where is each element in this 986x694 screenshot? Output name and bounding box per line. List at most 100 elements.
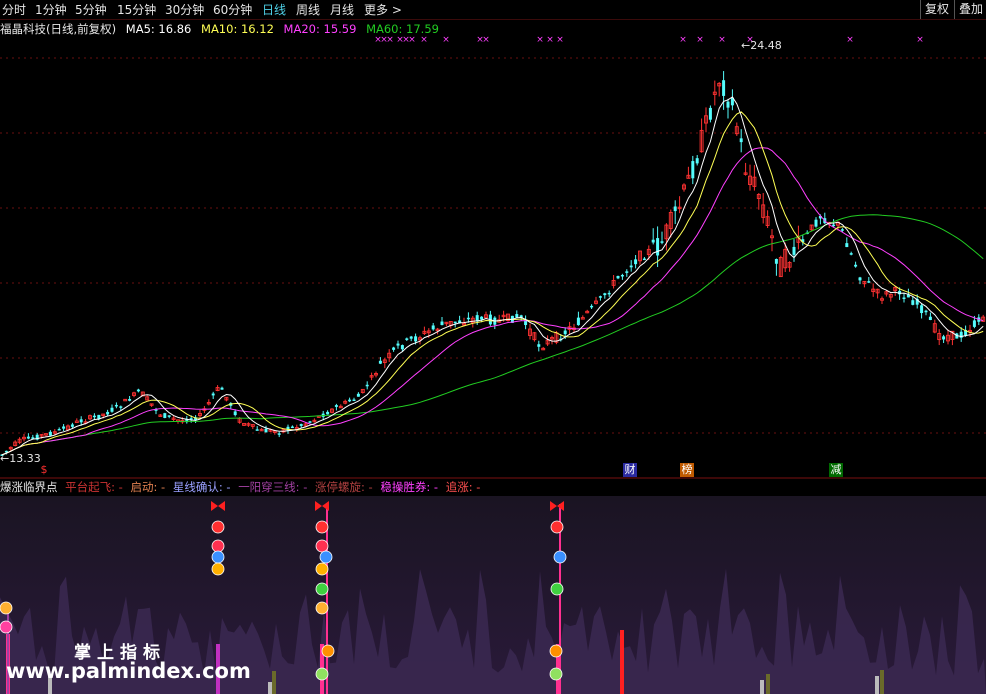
tab-more[interactable]: 更多 >	[364, 1, 402, 18]
ma20-value: MA20: 15.59	[283, 22, 357, 36]
star-marker: ×	[482, 36, 490, 45]
candle-body	[119, 406, 123, 408]
candle-body	[576, 317, 580, 326]
candle-body	[814, 219, 818, 227]
indicator-legend: 爆涨临界点 平台起飞: - 启动: - 星线确认: - 一阳穿三线: - 涨停螺…	[0, 479, 986, 496]
cai-tag[interactable]: 财	[623, 463, 637, 477]
candle-body	[48, 431, 52, 436]
candle-body	[651, 239, 655, 243]
candle-body	[365, 384, 369, 387]
candle-body	[233, 411, 237, 416]
star-marker: ×	[556, 36, 564, 45]
star-marker: ×	[846, 36, 854, 45]
candle-body	[603, 293, 607, 296]
arrow-left-icon: ←	[0, 452, 10, 465]
period-toolbar: 分时 1分钟 5分钟 15分钟 30分钟 60分钟 日线 周线 月线 更多 > …	[0, 0, 986, 20]
apple-icon	[315, 667, 329, 681]
candle-body	[356, 393, 360, 397]
apple-icon	[549, 667, 563, 681]
candle-body	[453, 321, 457, 324]
orange-icon	[549, 644, 563, 658]
candle-body	[832, 224, 836, 227]
star-markers: ××× ××× × × ×× × × × × × × × × ×	[374, 36, 924, 45]
star-marker: ×	[408, 36, 416, 45]
jian-tag[interactable]: 减	[829, 463, 843, 477]
indicator-bar	[760, 680, 764, 694]
bang-tag[interactable]: 榜	[680, 463, 694, 477]
candle-body	[695, 158, 699, 164]
ma10-value: MA10: 16.12	[201, 22, 274, 36]
ma60-value: MA60: 17.59	[366, 22, 439, 36]
leaf-icon	[315, 582, 329, 596]
candle-body	[598, 296, 602, 298]
red-cross-icon	[211, 520, 225, 534]
star-marker: ×	[442, 36, 450, 45]
candle-body	[106, 411, 110, 415]
candle-body	[290, 426, 294, 429]
tab-1min[interactable]: 1分钟	[35, 1, 67, 18]
candle-body	[414, 336, 418, 342]
red-cross-icon	[550, 520, 564, 534]
tab-15min[interactable]: 15分钟	[117, 1, 156, 18]
candle-body	[928, 316, 932, 321]
star-marker: ×	[718, 36, 726, 45]
candle-body	[136, 389, 140, 392]
dollar-tag[interactable]: $	[37, 463, 51, 477]
candle-body	[722, 80, 726, 96]
indicator-bar	[766, 674, 770, 694]
indicator-bar	[268, 682, 272, 694]
candle-body	[409, 336, 413, 339]
candle-body	[656, 238, 660, 256]
candle-body	[673, 206, 677, 212]
up-arrow-icon	[211, 562, 225, 576]
candle-body	[590, 305, 594, 308]
indicator-item-qidong: 启动: -	[130, 480, 166, 494]
candle-body	[70, 424, 74, 427]
candle-body	[726, 101, 730, 108]
candle-body	[308, 421, 312, 423]
ma60-line	[1, 214, 984, 456]
candle-body	[625, 271, 629, 273]
tab-30min[interactable]: 30分钟	[165, 1, 204, 18]
low-price-label: ←13.33	[0, 452, 41, 465]
candle-body	[392, 347, 396, 350]
indicator-item-yiyang: 一阳穿三线: -	[238, 480, 308, 494]
candlestick-chart[interactable]: ××× ××× × × ×× × × × × × × × × ×	[0, 36, 986, 479]
candle-body	[114, 404, 118, 407]
blue-ball-icon	[553, 550, 567, 564]
candle-body	[255, 429, 259, 431]
fuquan-button[interactable]: 复权	[920, 0, 953, 19]
tab-fenshi[interactable]: 分时	[2, 1, 26, 18]
candle-body	[616, 275, 620, 279]
candle-body	[660, 241, 664, 243]
candle-body	[849, 253, 853, 255]
candle-body	[920, 305, 924, 314]
candle-body	[277, 433, 281, 435]
candle-body	[792, 246, 796, 255]
tab-monthly[interactable]: 月线	[330, 1, 354, 18]
ingot-icon	[0, 601, 13, 615]
orange-icon	[321, 644, 335, 658]
tab-60min[interactable]: 60分钟	[213, 1, 252, 18]
candle-body	[220, 387, 224, 390]
indicator-bar	[880, 670, 884, 694]
tab-5min[interactable]: 5分钟	[75, 1, 107, 18]
tab-weekly[interactable]: 周线	[296, 1, 320, 18]
candle-body	[440, 321, 444, 326]
candle-body	[911, 300, 915, 305]
high-price-label: ←24.48	[741, 39, 782, 52]
star-marker: ×	[916, 36, 924, 45]
candle-body	[110, 407, 114, 412]
indicator-item-zhangting: 涨停螺旋: -	[315, 480, 373, 494]
candle-body	[57, 429, 61, 431]
star-marker: ×	[386, 36, 394, 45]
gem-icon	[0, 620, 13, 634]
candle-body	[163, 413, 167, 418]
candle-body	[26, 436, 30, 439]
stock-name: 福晶科技(日线,前复权)	[0, 22, 117, 36]
tab-daily[interactable]: 日线	[262, 1, 286, 18]
diejia-button[interactable]: 叠加	[954, 0, 986, 19]
red-ball-icon	[211, 539, 225, 553]
candle-body	[629, 265, 633, 268]
blue-ball-icon	[211, 550, 225, 564]
